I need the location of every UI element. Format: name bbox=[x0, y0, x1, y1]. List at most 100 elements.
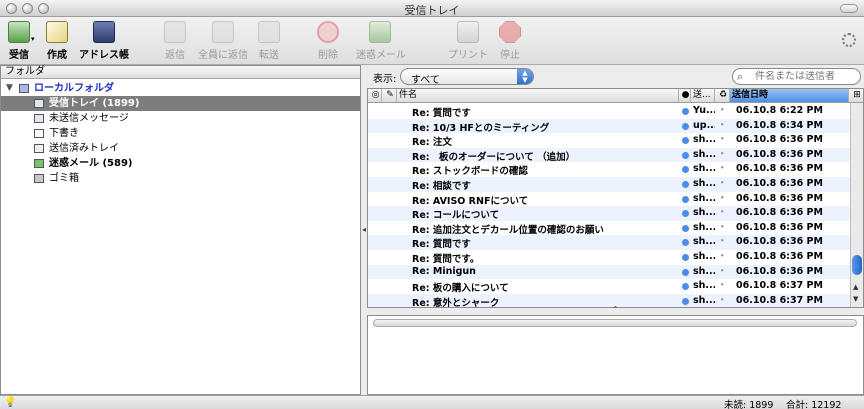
message-list: ◎ ✎ 件名 ● 送... ♻ 送信日時 ⊞ Re: 質問です Yu... • 06.… bbox=[367, 88, 864, 308]
folder-trash[interactable]: ゴミ箱 bbox=[1, 171, 360, 186]
stop-button[interactable]: 停止 bbox=[495, 21, 525, 61]
scroll-up-icon[interactable]: ▲ bbox=[853, 283, 858, 291]
delete-icon bbox=[317, 21, 339, 43]
message-subject: Re: 注文 bbox=[412, 137, 452, 149]
junk-status-icon[interactable]: • bbox=[720, 267, 724, 275]
unread-dot-icon[interactable] bbox=[682, 108, 689, 115]
activity-lightbulb-icon[interactable]: 💡 bbox=[4, 397, 16, 408]
message-sender: Yu... bbox=[693, 105, 715, 116]
junk-status-icon[interactable]: • bbox=[720, 252, 724, 260]
folder-local-folders[interactable]: ▼ ローカルフォルダ bbox=[1, 81, 360, 96]
message-row[interactable]: Re: 板のオーダーについて （追加） sh... • 06.10.8 6:36 PM bbox=[368, 147, 850, 163]
unread-dot-icon[interactable] bbox=[682, 210, 689, 218]
junk-button[interactable]: 迷惑メール bbox=[356, 21, 406, 61]
junk-status-icon[interactable]: • bbox=[720, 194, 724, 202]
disclosure-triangle-icon[interactable]: ▼ bbox=[6, 81, 13, 96]
address-book-button[interactable]: アドレス帳 bbox=[78, 21, 130, 61]
reply-all-button[interactable]: 全員に返信 bbox=[198, 21, 248, 61]
local-folders-icon bbox=[19, 84, 29, 93]
folder-inbox[interactable]: 受信トレイ (1899) bbox=[1, 96, 360, 111]
scrollbar-thumb[interactable] bbox=[852, 255, 862, 275]
read-status-column-icon[interactable]: ● bbox=[679, 89, 691, 102]
message-row[interactable]: Re: 相談です sh... • 06.10.8 6:36 PM bbox=[368, 177, 850, 192]
select-arrows-icon: ▲ ▼ bbox=[517, 69, 533, 84]
unread-dot-icon[interactable] bbox=[682, 254, 689, 261]
thread-column-icon[interactable]: ◎ bbox=[368, 89, 382, 102]
toolbar-toggle-button[interactable] bbox=[840, 4, 858, 13]
message-row[interactable]: Re: 10/3 HFとのミーティング up... • 06.10.8 6:34 PM bbox=[368, 118, 850, 134]
junk-status-icon[interactable]: • bbox=[720, 164, 724, 172]
unread-count: 未読: 1899 bbox=[724, 400, 774, 409]
unread-dot-icon[interactable] bbox=[682, 239, 689, 247]
date-column-header[interactable]: 送信日時 bbox=[730, 89, 849, 102]
get-mail-button[interactable]: 受信 bbox=[4, 21, 34, 61]
view-select[interactable]: すべて ▲ ▼ bbox=[400, 68, 534, 86]
junk-status-icon[interactable]: • bbox=[720, 281, 724, 289]
message-subject: Re: 板のオーダーについて （追加） bbox=[412, 151, 576, 163]
column-header: ◎ ✎ 件名 ● 送... ♻ 送信日時 ⊞ bbox=[368, 89, 863, 103]
scroll-down-icon[interactable]: ▼ bbox=[853, 295, 858, 303]
view-select-value: すべて bbox=[411, 75, 440, 86]
compose-button[interactable]: 作成 bbox=[42, 21, 72, 61]
junk-status-column-icon[interactable]: ♻ bbox=[715, 89, 730, 102]
preview-splitter[interactable]: ⌃ bbox=[367, 305, 864, 315]
column-picker-icon[interactable]: ⊞ bbox=[849, 89, 863, 102]
folder-drafts[interactable]: 下書き bbox=[1, 126, 360, 141]
junk-status-icon[interactable]: • bbox=[720, 135, 724, 143]
unread-dot-icon[interactable] bbox=[682, 122, 689, 130]
sender-column-header[interactable]: 送... bbox=[691, 89, 715, 102]
folder-junk[interactable]: 迷惑メール (589) bbox=[1, 156, 360, 171]
junk-status-icon[interactable]: • bbox=[720, 208, 724, 216]
message-row[interactable]: Re: 意外とシャーク sh... • 06.10.8 6:37 PM bbox=[368, 293, 850, 307]
junk-status-icon[interactable]: • bbox=[720, 237, 724, 245]
get-mail-dropdown-icon[interactable]: ▾ bbox=[31, 35, 35, 43]
junk-folder-icon bbox=[34, 159, 44, 168]
message-row[interactable]: Re: 質問です Yu... • 06.10.8 6:22 PM bbox=[368, 104, 850, 119]
message-row[interactable]: Re: コールについて sh... • 06.10.8 6:36 PM bbox=[368, 206, 850, 221]
subject-column-header[interactable]: 件名 bbox=[397, 89, 679, 102]
unread-dot-icon[interactable] bbox=[682, 297, 689, 305]
message-row[interactable]: Re: 追加注文とデカール位置の確認のお願い sh... • 06.10.8 6:36… bbox=[368, 221, 850, 236]
message-sender: sh... bbox=[693, 221, 715, 233]
message-row[interactable]: Re: 質問です sh... • 06.10.8 6:36 PM bbox=[368, 235, 850, 250]
unread-dot-icon[interactable] bbox=[682, 268, 689, 276]
search-icon[interactable]: ⌕ bbox=[737, 70, 743, 84]
message-row[interactable]: Re: ストックボードの確認 sh... • 06.10.8 6:36 PM bbox=[368, 162, 850, 177]
sent-icon bbox=[34, 144, 44, 153]
junk-status-icon[interactable]: • bbox=[720, 223, 724, 231]
junk-status-icon[interactable]: • bbox=[720, 106, 724, 114]
message-row[interactable]: Re: AVISO RNFについて sh... • 06.10.8 6:36 PM bbox=[368, 192, 850, 207]
message-date: 06.10.8 6:34 PM bbox=[736, 119, 823, 131]
reply-button[interactable]: 返信 bbox=[160, 21, 190, 61]
junk-status-icon[interactable]: • bbox=[720, 296, 724, 304]
forward-button[interactable]: 転送 bbox=[254, 21, 284, 61]
unread-dot-icon[interactable] bbox=[682, 224, 689, 232]
folder-unsent[interactable]: 未送信メッセージ bbox=[1, 111, 360, 126]
folder-sent[interactable]: 送信済みトレイ bbox=[1, 141, 360, 156]
junk-status-icon[interactable]: • bbox=[720, 121, 724, 129]
print-button[interactable]: プリント bbox=[448, 21, 488, 61]
unread-dot-icon[interactable] bbox=[682, 166, 689, 174]
message-list-scrollbar[interactable]: ▲ ▼ bbox=[850, 103, 863, 307]
message-row[interactable]: Re: 質問です。 sh... • 06.10.8 6:36 PM bbox=[368, 250, 850, 265]
delete-button[interactable]: 削除 bbox=[313, 21, 343, 61]
unread-dot-icon[interactable] bbox=[682, 137, 689, 145]
junk-status-icon[interactable]: • bbox=[720, 150, 724, 158]
unread-dot-icon[interactable] bbox=[682, 151, 689, 159]
reply-all-icon bbox=[212, 21, 234, 43]
message-row[interactable]: Re: 注文 sh... • 06.10.8 6:36 PM bbox=[368, 133, 850, 148]
search-input[interactable] bbox=[755, 71, 855, 82]
message-row[interactable]: Re: Minigun sh... • 06.10.8 6:36 PM bbox=[368, 264, 850, 280]
reply-icon bbox=[164, 21, 186, 43]
unread-dot-icon[interactable] bbox=[682, 283, 689, 291]
message-row[interactable]: Re: 板の購入について sh... • 06.10.8 6:37 PM bbox=[368, 279, 850, 294]
message-date: 06.10.8 6:36 PM bbox=[736, 192, 823, 204]
message-subject: Re: 板の購入について bbox=[412, 283, 509, 295]
unread-dot-icon[interactable] bbox=[682, 195, 689, 203]
print-icon bbox=[457, 21, 479, 43]
attachment-column-icon[interactable]: ✎ bbox=[382, 89, 397, 102]
search-box[interactable]: ⌕ bbox=[732, 68, 861, 85]
message-date: 06.10.8 6:36 PM bbox=[736, 207, 823, 219]
junk-status-icon[interactable]: • bbox=[720, 179, 724, 187]
unread-dot-icon[interactable] bbox=[682, 181, 689, 188]
